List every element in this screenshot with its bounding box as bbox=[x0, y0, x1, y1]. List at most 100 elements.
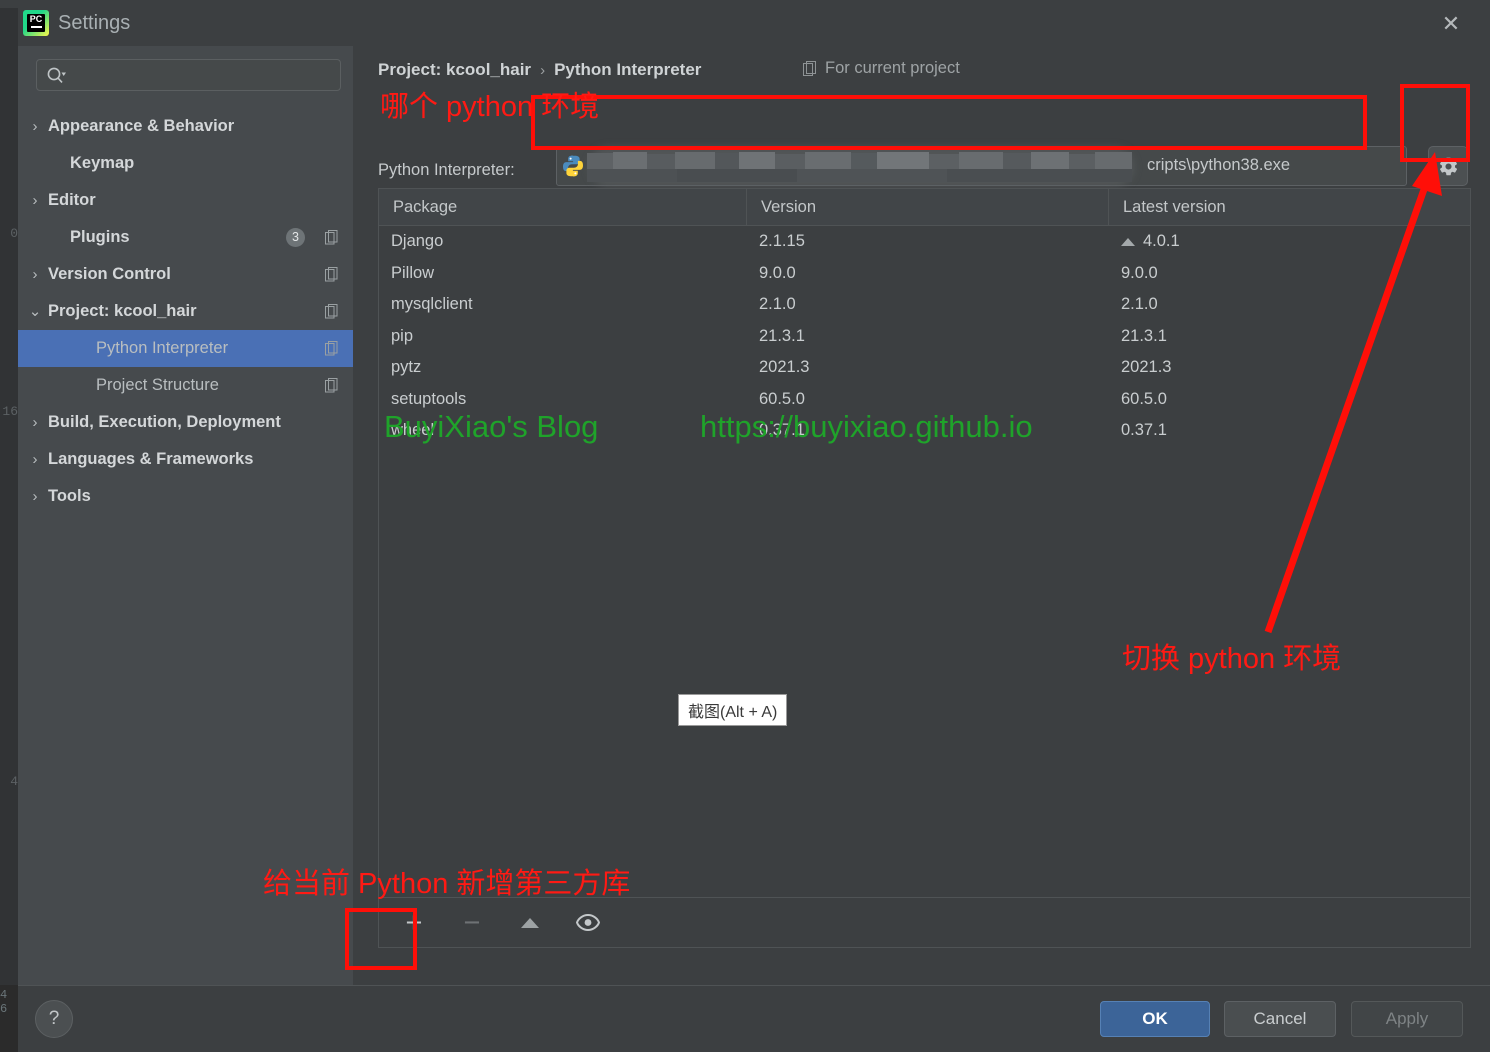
breadcrumb-separator-icon: › bbox=[540, 61, 546, 79]
sidebar-item-plugins[interactable]: Plugins 3 bbox=[18, 219, 353, 256]
cell-version: 60.5.0 bbox=[759, 389, 805, 408]
chevron-right-icon: › bbox=[32, 266, 38, 283]
cell-package: wheel bbox=[391, 421, 435, 440]
breadcrumb-project[interactable]: Project: kcool_hair bbox=[378, 60, 531, 80]
sidebar-item-label: Tools bbox=[48, 487, 91, 505]
background-status-text: 4 6 bbox=[0, 988, 8, 1016]
copy-settings-icon[interactable] bbox=[325, 267, 339, 282]
chevron-right-icon: › bbox=[32, 488, 38, 505]
screen: 0 16 4 4 6 PC Settings ✕ › Appearance & … bbox=[0, 0, 1490, 1052]
latest-version-text: 0.37.1 bbox=[1121, 421, 1167, 440]
search-input[interactable] bbox=[71, 60, 331, 90]
ok-button[interactable]: OK bbox=[1100, 1001, 1210, 1037]
for-current-project: For current project bbox=[803, 59, 960, 78]
cell-version: 0.37.1 bbox=[759, 421, 805, 440]
latest-version-text: 4.0.1 bbox=[1143, 232, 1180, 251]
settings-sidebar: › Appearance & Behavior Keymap › Editor Plugi… bbox=[18, 46, 353, 985]
chevron-down-icon: ⌄ bbox=[28, 303, 42, 320]
sidebar-item-label: Keymap bbox=[70, 154, 135, 172]
main-panel: Project: kcool_hair › Python Interpreter… bbox=[353, 46, 1490, 985]
copy-settings-icon[interactable] bbox=[325, 304, 339, 319]
dialog-footer: ? OK Cancel Apply bbox=[18, 985, 1490, 1052]
cell-latest-version: 0.37.1 bbox=[1109, 415, 1470, 447]
sidebar-item-project-kcool-hair[interactable]: ⌄ Project: kcool_hair bbox=[18, 293, 353, 330]
search-box[interactable] bbox=[36, 59, 341, 91]
close-icon[interactable]: ✕ bbox=[1428, 5, 1474, 43]
settings-dialog: PC Settings ✕ › Appearance & Behavior Keym… bbox=[18, 0, 1490, 1052]
gutter-line-number: 0 bbox=[10, 226, 18, 241]
copy-settings-icon[interactable] bbox=[325, 341, 339, 356]
cell-latest-version: 9.0.0 bbox=[1109, 258, 1470, 290]
for-current-project-label: For current project bbox=[825, 59, 960, 77]
gutter-line-number: 16 bbox=[2, 404, 18, 419]
sidebar-item-version-control[interactable]: › Version Control bbox=[18, 256, 353, 293]
table-header-row: Package Version Latest version bbox=[379, 189, 1470, 226]
plus-icon: + bbox=[405, 906, 423, 939]
chevron-right-icon: › bbox=[32, 451, 38, 468]
column-header-latest-version[interactable]: Latest version bbox=[1109, 189, 1470, 225]
sidebar-item-python-interpreter[interactable]: Python Interpreter bbox=[18, 330, 353, 367]
sidebar-item-project-structure[interactable]: Project Structure bbox=[18, 367, 353, 404]
table-row[interactable]: mysqlclient 2.1.0 2.1.0 bbox=[379, 289, 1470, 321]
sidebar-item-appearance-behavior[interactable]: › Appearance & Behavior bbox=[18, 108, 353, 145]
table-row[interactable]: pytz 2021.3 2021.3 bbox=[379, 352, 1470, 384]
sidebar-item-label: Python Interpreter bbox=[96, 339, 229, 357]
column-header-version[interactable]: Version bbox=[747, 189, 1109, 225]
dialog-titlebar: PC Settings ✕ bbox=[18, 0, 1490, 46]
copy-settings-icon[interactable] bbox=[325, 378, 339, 393]
chevron-right-icon: › bbox=[32, 192, 38, 209]
sidebar-item-label: Plugins bbox=[70, 228, 130, 246]
cell-package: Django bbox=[391, 232, 444, 251]
cell-latest-version: 60.5.0 bbox=[1109, 384, 1470, 416]
sidebar-item-tools[interactable]: › Tools bbox=[18, 478, 353, 515]
latest-version-text: 2021.3 bbox=[1121, 358, 1172, 377]
table-row[interactable]: Django 2.1.15 4.0.1 bbox=[379, 226, 1470, 258]
eye-icon bbox=[576, 914, 600, 931]
add-package-button[interactable]: + bbox=[401, 906, 427, 939]
table-row[interactable]: setuptools 60.5.0 60.5.0 bbox=[379, 384, 1470, 416]
copy-settings-icon[interactable] bbox=[325, 230, 339, 245]
minus-icon: − bbox=[463, 906, 481, 939]
sidebar-item-label: Build, Execution, Deployment bbox=[48, 413, 281, 431]
sidebar-item-keymap[interactable]: Keymap bbox=[18, 145, 353, 182]
latest-version-text: 21.3.1 bbox=[1121, 326, 1167, 345]
screenshot-tooltip: 截图(Alt + A) bbox=[678, 694, 788, 726]
upgrade-package-button bbox=[517, 910, 543, 936]
packages-table: Package Version Latest version Django 2.1… bbox=[378, 188, 1471, 948]
table-row[interactable]: Pillow 9.0.0 9.0.0 bbox=[379, 258, 1470, 290]
cancel-button[interactable]: Cancel bbox=[1224, 1001, 1336, 1037]
sidebar-item-label: Version Control bbox=[48, 265, 171, 283]
sidebar-item-label: Languages & Frameworks bbox=[48, 450, 254, 468]
column-header-package[interactable]: Package bbox=[379, 189, 747, 225]
up-triangle-icon bbox=[521, 917, 539, 928]
sidebar-item-languages-frameworks[interactable]: › Languages & Frameworks bbox=[18, 441, 353, 478]
cell-version: 2.1.15 bbox=[759, 232, 805, 251]
table-row[interactable]: pip 21.3.1 21.3.1 bbox=[379, 321, 1470, 353]
sidebar-item-editor[interactable]: › Editor bbox=[18, 182, 353, 219]
table-row[interactable]: wheel 0.37.1 0.37.1 bbox=[379, 415, 1470, 447]
packages-toolbar: + − bbox=[379, 897, 1470, 947]
latest-version-text: 9.0.0 bbox=[1121, 263, 1158, 282]
cell-latest-version: 2021.3 bbox=[1109, 352, 1470, 384]
breadcrumb: Project: kcool_hair › Python Interpreter bbox=[378, 58, 701, 82]
cell-package: setuptools bbox=[391, 389, 467, 408]
redacted-path-blocks bbox=[587, 149, 1132, 183]
chevron-right-icon: › bbox=[32, 118, 38, 135]
dialog-title: Settings bbox=[58, 12, 131, 34]
cell-latest-version: 2.1.0 bbox=[1109, 289, 1470, 321]
cell-version: 2021.3 bbox=[759, 358, 810, 377]
apply-button: Apply bbox=[1351, 1001, 1463, 1037]
cell-latest-version: 4.0.1 bbox=[1109, 226, 1470, 258]
interpreter-settings-gear-button[interactable] bbox=[1428, 146, 1468, 186]
python-icon bbox=[563, 155, 583, 177]
pycharm-logo-icon: PC bbox=[23, 10, 49, 36]
table-body: Django 2.1.15 4.0.1 Pillow 9.0.0 9.0.0 mysqlcl… bbox=[379, 226, 1470, 447]
interpreter-combobox[interactable]: cripts\python38.exe bbox=[556, 146, 1407, 187]
cell-package: mysqlclient bbox=[391, 295, 473, 314]
help-button[interactable]: ? bbox=[35, 1000, 73, 1038]
show-early-releases-button[interactable] bbox=[575, 910, 601, 936]
cell-latest-version: 21.3.1 bbox=[1109, 321, 1470, 353]
sidebar-item-build-execution-deployment[interactable]: › Build, Execution, Deployment bbox=[18, 404, 353, 441]
background-editor-gutter bbox=[0, 0, 18, 1052]
copy-scope-icon bbox=[803, 60, 816, 76]
